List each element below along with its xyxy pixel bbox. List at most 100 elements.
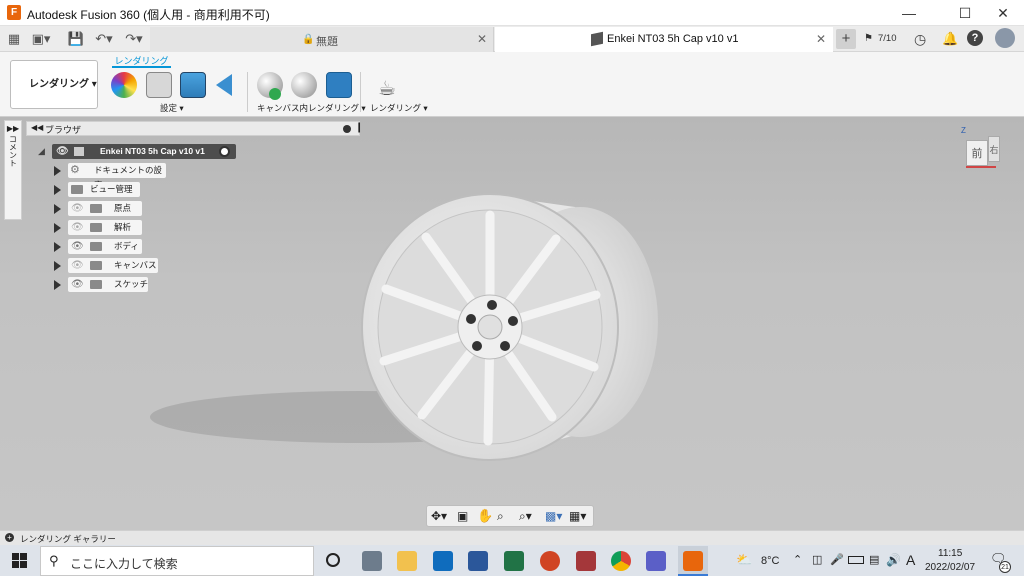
job-status-icon[interactable]: ⚑ <box>864 33 873 44</box>
decal-icon[interactable] <box>216 74 232 96</box>
expand-arrow-icon[interactable] <box>54 166 61 176</box>
visibility-eye-icon[interactable]: 👁 <box>71 201 84 216</box>
browser-item-analysis[interactable]: 👁 解析 <box>68 220 142 235</box>
redo-icon[interactable]: ↷▾ <box>124 30 144 48</box>
user-avatar[interactable] <box>995 28 1015 48</box>
weather-temperature[interactable]: 8°C <box>761 555 779 567</box>
data-panel-grid-icon[interactable]: ▦ <box>4 30 24 48</box>
expand-arrow-icon[interactable] <box>54 280 61 290</box>
tray-overflow-icon[interactable]: ⌃ <box>793 553 802 566</box>
activate-radio-icon[interactable] <box>219 146 230 157</box>
render-settings-icon[interactable] <box>291 72 317 98</box>
scene-settings-icon[interactable] <box>146 72 172 98</box>
viewcube-right-face[interactable]: 右 <box>988 136 1000 162</box>
comments-panel-tab[interactable]: ▶▶ コメント <box>4 120 22 220</box>
job-status-count: 7/10 <box>878 33 897 44</box>
clock-icon[interactable]: ◷ <box>914 31 926 48</box>
browser-item-label: ボディ <box>114 241 139 251</box>
zoom-icon[interactable]: ⌕ <box>497 509 504 524</box>
expand-arrow-icon[interactable] <box>54 204 61 214</box>
ribbon-divider <box>360 72 361 112</box>
fit-zoom-icon[interactable]: ⌕▾ <box>519 509 532 524</box>
volume-icon[interactable]: 🔊 <box>886 553 901 567</box>
file-menu-icon[interactable]: ▣▾ <box>31 30 51 48</box>
visibility-eye-icon[interactable]: 👁 <box>71 258 84 273</box>
in-canvas-render-group-label[interactable]: キャンバス内レンダリング ▾ <box>257 102 366 114</box>
root-collapse-icon[interactable]: ◢ <box>38 146 45 157</box>
new-tab-plus-icon[interactable]: + <box>836 29 856 49</box>
capture-image-icon[interactable] <box>326 72 352 98</box>
expand-gallery-icon[interactable]: + <box>5 533 14 542</box>
display-settings-icon[interactable]: ▩▾ <box>545 509 562 523</box>
settings-group-label[interactable]: 設定 ▾ <box>160 102 184 114</box>
pan-hand-icon[interactable]: ✋ <box>477 508 493 524</box>
expand-arrow-icon[interactable] <box>54 261 61 271</box>
browser-item-label: 解析 <box>114 222 132 232</box>
comments-label: コメント <box>8 135 18 167</box>
excel-icon[interactable] <box>504 551 524 571</box>
expand-arrow-icon[interactable] <box>54 242 61 252</box>
visibility-eye-icon[interactable]: 👁 <box>71 220 84 235</box>
access-icon[interactable] <box>576 551 596 571</box>
taskbar-clock-date[interactable]: 2022/02/07 <box>925 562 975 573</box>
browser-item-origin[interactable]: 👁 原点 <box>68 201 142 216</box>
save-icon[interactable]: 💾 <box>66 30 86 48</box>
browser-root-node[interactable]: 👁 Enkei NT03 5h Cap v10 v1 <box>52 144 236 159</box>
cortana-icon[interactable] <box>326 553 340 567</box>
visibility-eye-icon[interactable]: 👁 <box>71 277 84 292</box>
teams-icon[interactable] <box>646 551 666 571</box>
visibility-eye-icon[interactable]: 👁 <box>56 144 69 159</box>
expand-arrow-icon[interactable] <box>54 185 61 195</box>
collapse-double-chevron-icon[interactable]: ◀◀ <box>31 123 43 132</box>
teapot-render-icon[interactable]: ☕ <box>378 76 396 101</box>
browser-title: ブラウザ <box>45 125 82 135</box>
expand-double-chevron-icon[interactable]: ▶▶ <box>5 124 21 133</box>
outlook-icon[interactable] <box>433 551 453 571</box>
workspace-switcher-button[interactable]: レンダリング ▾ <box>10 60 98 109</box>
visibility-eye-icon[interactable]: 👁 <box>71 239 84 254</box>
powerpoint-icon[interactable] <box>540 551 560 571</box>
task-view-icon[interactable] <box>362 551 382 571</box>
minimize-button[interactable]: — <box>886 0 932 26</box>
look-at-icon[interactable]: ▣ <box>457 509 468 523</box>
browser-root-label: Enkei NT03 5h Cap v10 v1 <box>100 146 205 156</box>
fusion-360-icon[interactable] <box>683 551 703 571</box>
file-explorer-icon[interactable] <box>397 551 417 571</box>
folder-icon <box>90 261 102 270</box>
viewcube-front-face[interactable]: 前 <box>966 140 988 166</box>
windows-start-icon[interactable] <box>12 553 27 568</box>
tab-untitled-close-icon[interactable]: ✕ <box>477 32 487 46</box>
browser-minimize-icon[interactable] <box>343 125 351 133</box>
ime-mode-indicator[interactable]: A <box>906 552 915 568</box>
browser-item-bodies[interactable]: 👁 ボディ <box>68 239 142 254</box>
browser-item-sketches[interactable]: 👁 スケッチ <box>68 277 148 292</box>
battery-icon[interactable] <box>848 556 864 564</box>
render-group-label[interactable]: レンダリング ▾ <box>370 102 428 114</box>
undo-icon[interactable]: ↶▾ <box>94 30 114 48</box>
tab-active-close-icon[interactable]: ✕ <box>816 32 826 46</box>
lock-icon: 🔒 <box>302 34 315 45</box>
tab-untitled-label: 無題 <box>316 36 338 48</box>
browser-item-named-views[interactable]: ビュー管理 <box>68 182 140 197</box>
grid-settings-icon[interactable]: ▦▾ <box>569 509 586 523</box>
expand-arrow-icon[interactable] <box>54 223 61 233</box>
taskbar-search-box[interactable]: ⚲ ここに入力して検索 <box>40 546 314 576</box>
render-gallery-bar[interactable]: + レンダリング ギャラリー <box>0 530 1024 545</box>
microphone-icon[interactable]: 🎤 <box>830 553 844 566</box>
browser-item-document-settings[interactable]: ⚙ ドキュメントの設定 <box>68 163 166 190</box>
chrome-icon[interactable] <box>611 551 631 571</box>
close-window-button[interactable]: ✕ <box>980 0 1024 26</box>
meet-now-icon[interactable]: ◫ <box>812 553 822 566</box>
network-icon[interactable]: ▤ <box>869 553 879 566</box>
notification-bell-icon[interactable]: 🔔 <box>942 31 958 47</box>
weather-icon[interactable]: ⛅ <box>736 552 752 568</box>
word-icon[interactable] <box>468 551 488 571</box>
appearance-icon[interactable] <box>111 72 137 98</box>
help-icon[interactable]: ? <box>967 30 983 46</box>
browser-pin-icon[interactable]: ❙ <box>355 122 363 133</box>
browser-item-canvases[interactable]: 👁 キャンバス <box>68 258 158 273</box>
orbit-icon[interactable]: ✥▾ <box>431 509 447 523</box>
tab-rendering[interactable]: レンダリング <box>112 54 171 68</box>
taskbar-clock-time[interactable]: 11:15 <box>938 548 962 559</box>
texture-map-icon[interactable] <box>180 72 206 98</box>
